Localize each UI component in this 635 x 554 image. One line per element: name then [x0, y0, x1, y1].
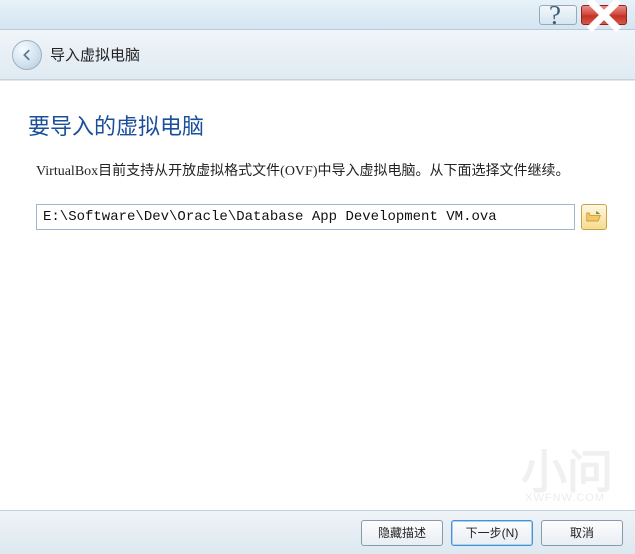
help-button[interactable]: ?	[539, 5, 577, 25]
wizard-header: 导入虚拟电脑	[0, 30, 635, 80]
browse-button[interactable]	[581, 204, 607, 230]
page-description: VirtualBox目前支持从开放虚拟格式文件(OVF)中导入虚拟电脑。从下面选…	[28, 159, 607, 186]
cancel-button[interactable]: 取消	[541, 520, 623, 546]
wizard-title: 导入虚拟电脑	[50, 44, 140, 65]
next-button[interactable]: 下一步(N)	[451, 520, 533, 546]
folder-open-icon	[586, 210, 602, 224]
hide-description-button[interactable]: 隐藏描述	[361, 520, 443, 546]
svg-text:?: ?	[549, 0, 561, 30]
help-icon: ?	[540, 0, 576, 33]
close-icon	[582, 0, 626, 37]
file-chooser-row	[28, 204, 607, 230]
page-heading: 要导入的虚拟电脑	[28, 109, 607, 141]
file-path-input[interactable]	[36, 204, 575, 230]
arrow-left-icon	[20, 48, 34, 62]
wizard-page: 要导入的虚拟电脑 VirtualBox目前支持从开放虚拟格式文件(OVF)中导入…	[0, 80, 635, 510]
wizard-footer: 隐藏描述 下一步(N) 取消	[0, 510, 635, 554]
close-button[interactable]	[581, 5, 627, 25]
back-button[interactable]	[12, 40, 42, 70]
titlebar: ?	[0, 0, 635, 30]
